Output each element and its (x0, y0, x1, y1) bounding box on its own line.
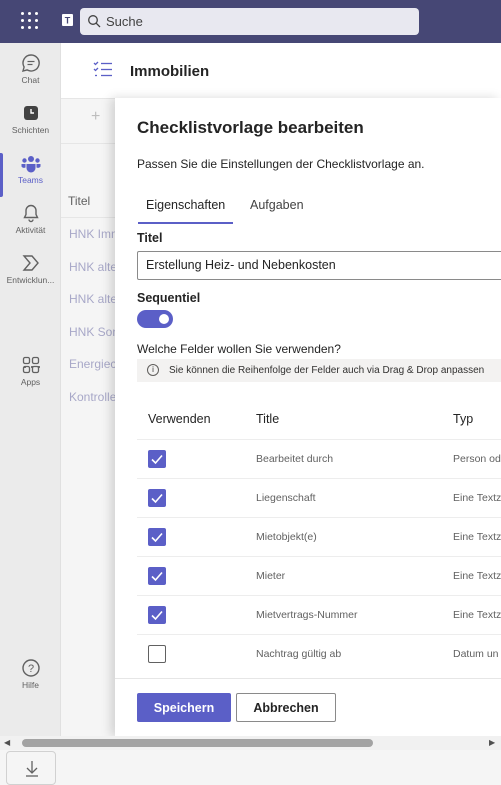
rail-label: Schichten (11, 125, 50, 135)
rail-label: Chat (21, 75, 40, 85)
save-button[interactable]: Speichern (137, 693, 231, 722)
help-icon: ? (21, 659, 40, 677)
info-banner: i Sie können die Reihenfolge der Felder … (137, 359, 501, 382)
list-item[interactable]: HNK Imm (69, 227, 121, 241)
list-item[interactable]: HNK alte (69, 260, 117, 274)
rail-label: Apps (20, 377, 41, 387)
rail-item-teams[interactable]: Teams (0, 153, 61, 201)
field-type: Person od (453, 453, 501, 465)
rail-label: Entwicklun... (6, 275, 55, 285)
rail-item-apps[interactable]: Apps (0, 355, 61, 403)
checkmark-icon (151, 493, 163, 504)
horizontal-scrollbar[interactable]: ◀ ▶ (0, 736, 501, 750)
list-item[interactable]: HNK Son (69, 325, 119, 339)
rail-label: Aktivität (15, 225, 46, 235)
table-row[interactable]: Bearbeitet durch Person od (137, 439, 501, 478)
field-type: Eine Textz (453, 531, 501, 543)
svg-text:T: T (65, 16, 71, 26)
app-launcher-icon[interactable] (18, 9, 42, 33)
table-row[interactable]: Nachtrag gültig ab Datum un (137, 634, 501, 673)
edit-template-panel: Checklistvorlage bearbeiten Passen Sie d… (115, 98, 501, 736)
list-column-header[interactable]: Titel (68, 194, 90, 208)
rail-label: Teams (17, 175, 44, 185)
field-title: Bearbeitet durch (256, 453, 334, 465)
rail-item-activity[interactable]: Aktivität (0, 203, 61, 251)
checklist-icon (93, 61, 112, 77)
scroll-left-icon[interactable]: ◀ (4, 738, 10, 747)
rail-item-developer[interactable]: Entwicklun... (0, 253, 61, 301)
bell-icon (22, 204, 39, 223)
field-title: Mietobjekt(e) (256, 531, 317, 543)
scrollbar-thumb[interactable] (22, 739, 373, 747)
field-type: Datum un (453, 648, 499, 660)
table-row[interactable]: Liegenschaft Eine Textz (137, 478, 501, 517)
apps-icon (22, 356, 39, 374)
sequential-toggle[interactable] (137, 310, 173, 328)
info-text: Sie können die Reihenfolge der Felder au… (169, 365, 485, 376)
table-row[interactable]: Mietobjekt(e) Eine Textz (137, 517, 501, 556)
tab-properties[interactable]: Eigenschaften (137, 198, 234, 224)
developer-icon (21, 255, 39, 271)
cancel-button[interactable]: Abbrechen (236, 693, 336, 722)
app-header: Immobilien (61, 43, 501, 99)
app-rail: Chat Schichten Teams Aktivität Entwicklu… (0, 43, 61, 785)
info-icon: i (147, 364, 159, 376)
field-type: Eine Textz (453, 609, 501, 621)
field-title: Mietvertrags-Nummer (256, 609, 358, 621)
search-icon (88, 15, 101, 28)
field-title: Nachtrag gültig ab (256, 648, 342, 660)
svg-text:?: ? (27, 663, 33, 675)
rail-item-shifts[interactable]: Schichten (0, 103, 61, 151)
panel-description: Passen Sie die Einstellungen der Checkli… (137, 157, 425, 171)
field-title: Mieter (256, 570, 286, 582)
list-item[interactable]: Kontrolle (69, 390, 116, 404)
field-title: Liegenschaft (256, 492, 316, 504)
use-checkbox[interactable] (148, 645, 166, 663)
scroll-right-icon[interactable]: ▶ (489, 738, 495, 747)
checkmark-icon (151, 532, 163, 543)
field-type: Eine Textz (453, 570, 501, 582)
title-label: Titel (137, 231, 163, 245)
column-header-type[interactable]: Typ (453, 412, 473, 426)
checkmark-icon (151, 610, 163, 621)
app-title: Immobilien (130, 63, 210, 80)
rail-item-chat[interactable]: Chat (0, 53, 61, 101)
use-checkbox[interactable] (148, 606, 166, 624)
panel-footer: Speichern Abbrechen (115, 678, 501, 736)
table-row[interactable]: Mieter Eine Textz (137, 556, 501, 595)
checkmark-icon (151, 454, 163, 465)
top-bar: T Suche (0, 0, 501, 43)
table-row[interactable]: Mietvertrags-Nummer Eine Textz (137, 595, 501, 634)
checkmark-icon (151, 571, 163, 582)
column-header-use[interactable]: Verwenden (148, 412, 211, 426)
shifts-icon (23, 106, 38, 120)
use-checkbox[interactable] (148, 567, 166, 585)
use-checkbox[interactable] (148, 450, 166, 468)
sequential-label: Sequentiel (137, 291, 201, 305)
teams-icon (21, 156, 40, 173)
download-button[interactable] (6, 751, 56, 785)
chat-icon (21, 54, 40, 72)
fields-question: Welche Felder wollen Sie verwenden? (137, 342, 341, 356)
teams-logo-icon: T (62, 14, 73, 26)
search-input[interactable]: Suche (80, 8, 419, 35)
use-checkbox[interactable] (148, 528, 166, 546)
divider (61, 143, 121, 144)
column-header-title[interactable]: Title (256, 412, 279, 426)
tab-tasks[interactable]: Aufgaben (250, 198, 304, 212)
search-placeholder: Suche (106, 14, 143, 29)
use-checkbox[interactable] (148, 489, 166, 507)
download-icon (26, 761, 38, 777)
new-item-icon[interactable]: + (91, 108, 100, 126)
rail-item-help[interactable]: ? Hilfe (0, 658, 61, 706)
panel-title: Checklistvorlage bearbeiten (137, 118, 364, 137)
divider (61, 217, 121, 218)
field-type: Eine Textz (453, 492, 501, 504)
list-item[interactable]: Energiec (69, 357, 116, 371)
list-item[interactable]: HNK alte (69, 292, 117, 306)
rail-label: Hilfe (21, 680, 39, 690)
title-input[interactable]: Erstellung Heiz- und Nebenkosten (137, 251, 501, 280)
